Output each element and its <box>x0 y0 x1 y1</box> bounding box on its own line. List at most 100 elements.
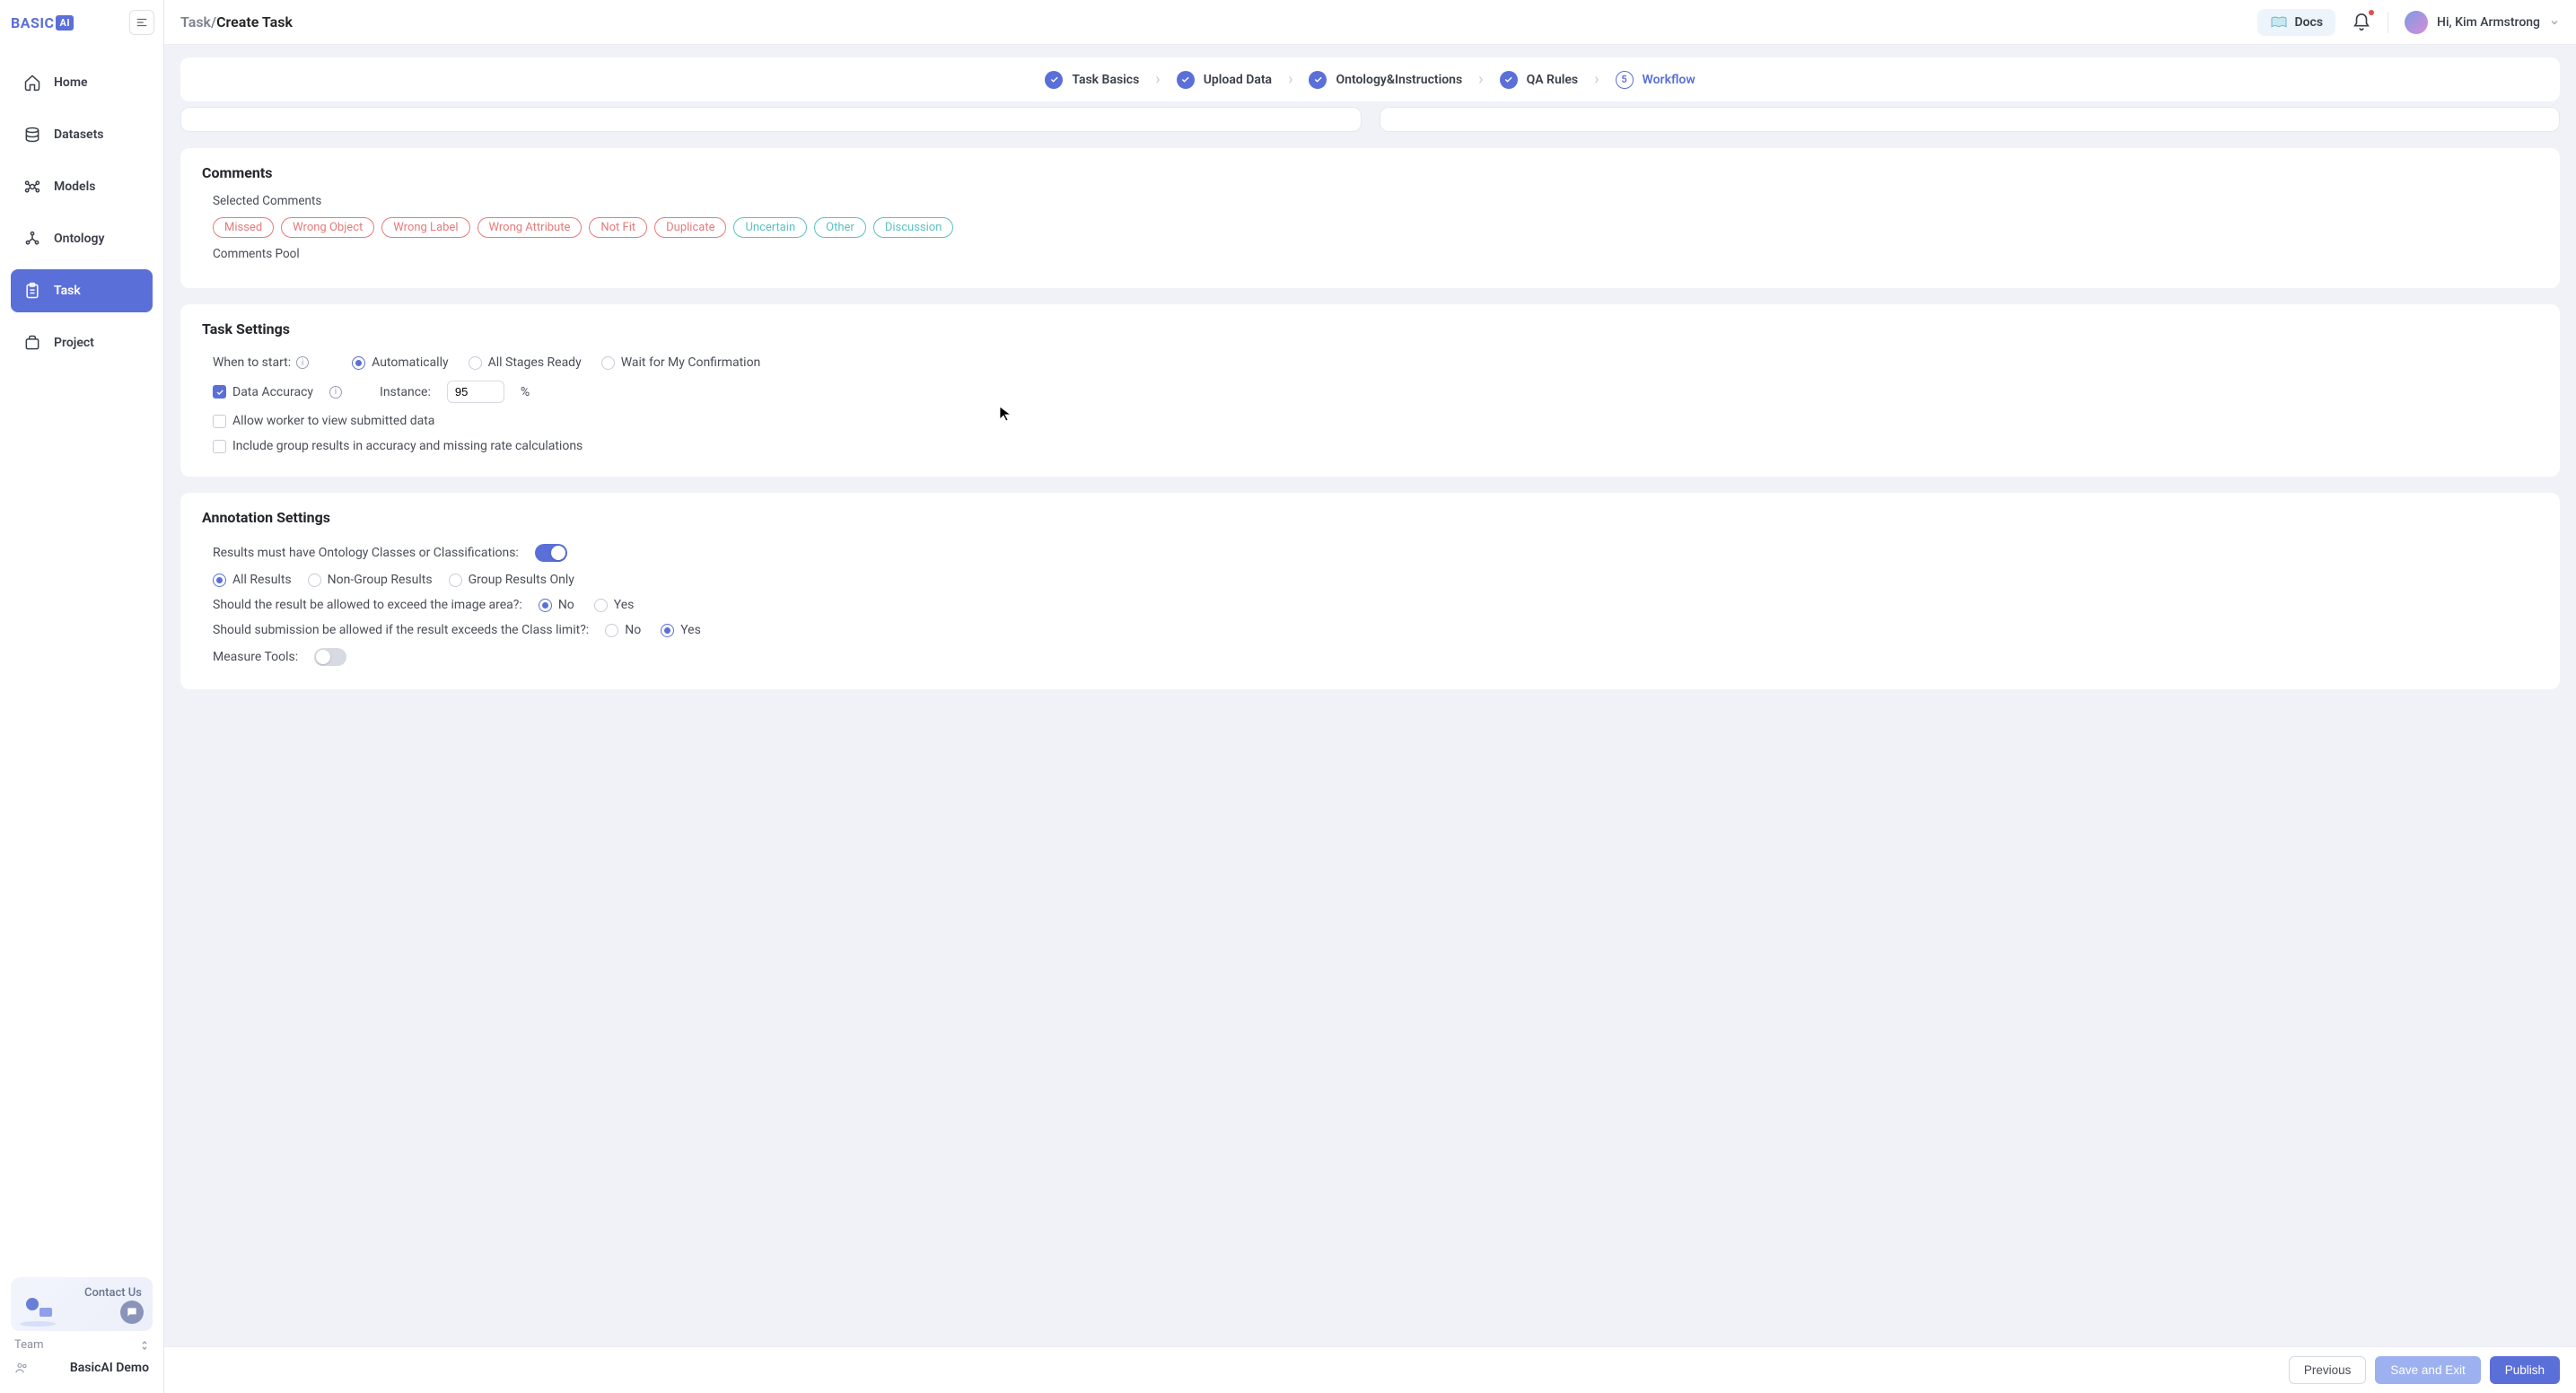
when-to-start-option-automatically[interactable]: Automatically <box>352 355 448 370</box>
breadcrumb-parent[interactable]: Task <box>180 13 211 31</box>
menu-icon <box>136 16 148 29</box>
radio-label: No <box>625 623 641 637</box>
top-card-row <box>180 107 2560 132</box>
radio-dot <box>213 574 226 587</box>
include-group-checkbox[interactable]: Include group results in accuracy and mi… <box>213 439 583 453</box>
comment-tag-duplicate[interactable]: Duplicate <box>654 217 726 238</box>
radio-dot <box>661 624 674 637</box>
measure-tools-toggle[interactable] <box>314 648 346 666</box>
content-scroll[interactable]: Comments Selected Comments MissedWrong O… <box>164 101 2576 1393</box>
radio-dot <box>594 599 608 612</box>
selected-comments-label: Selected Comments <box>213 194 2538 208</box>
exceed-area-option-yes[interactable]: Yes <box>594 598 635 612</box>
step-workflow[interactable]: 5Workflow <box>1599 71 1712 89</box>
radio-label: All Stages Ready <box>488 355 582 370</box>
scope-option-all-results[interactable]: All Results <box>213 573 292 587</box>
sidebar-item-task[interactable]: Task <box>11 269 153 312</box>
card-stub-right <box>1380 107 2561 132</box>
comment-tag-uncertain[interactable]: Uncertain <box>733 217 807 238</box>
comment-tag-other[interactable]: Other <box>814 217 866 238</box>
previous-button[interactable]: Previous <box>2289 1356 2367 1384</box>
breadcrumb: Task/Create Task <box>180 13 293 31</box>
footer-bar: Previous Save and Exit Publish <box>164 1346 2576 1393</box>
sidebar-collapse-button[interactable] <box>129 10 154 35</box>
exceed-area-option-no[interactable]: No <box>539 598 574 612</box>
contact-us-card[interactable]: Contact Us <box>11 1277 153 1331</box>
measure-tools-label: Measure Tools: <box>213 650 298 664</box>
radio-label: Group Results Only <box>469 573 574 587</box>
sidebar-nav: Home Datasets Models Ontology Task Project <box>0 45 163 1266</box>
comment-tag-wrong-attribute[interactable]: Wrong Attribute <box>478 217 583 238</box>
exceed-class-label: Should submission be allowed if the resu… <box>213 623 589 637</box>
team-label: Team <box>14 1338 44 1352</box>
sidebar-item-label: Task <box>54 284 81 298</box>
data-accuracy-checkbox[interactable]: Data Accuracy <box>213 385 313 399</box>
step-upload-data[interactable]: Upload Data <box>1161 71 1288 89</box>
radio-dot <box>449 574 462 587</box>
team-switcher[interactable]: Team <box>11 1331 153 1355</box>
radio-label: All Results <box>232 573 292 587</box>
radio-label: Automatically <box>372 355 448 370</box>
brand-name: BASIC <box>11 14 54 31</box>
step-badge <box>1045 71 1063 89</box>
brand-badge: AI <box>56 15 74 31</box>
step-label: Workflow <box>1643 73 1695 87</box>
radio-dot <box>308 574 321 587</box>
sidebar-footer: Contact Us Team BasicAI Demo <box>0 1266 163 1393</box>
results-require-toggle[interactable] <box>535 544 567 562</box>
comment-tag-not-fit[interactable]: Not Fit <box>589 217 647 238</box>
sidebar-item-models[interactable]: Models <box>11 165 153 208</box>
when-to-start-option-all-stages-ready[interactable]: All Stages Ready <box>469 355 582 370</box>
radio-dot <box>352 356 365 370</box>
sidebar-item-project[interactable]: Project <box>11 321 153 364</box>
contact-us-label: Contact Us <box>84 1286 142 1300</box>
sidebar-item-ontology[interactable]: Ontology <box>11 217 153 260</box>
comment-tag-wrong-label[interactable]: Wrong Label <box>381 217 469 238</box>
annotation-settings-panel: Annotation Settings Results must have On… <box>180 493 2560 689</box>
step-label: Task Basics <box>1072 73 1139 87</box>
exceed-area-label: Should the result be allowed to exceed t… <box>213 598 522 612</box>
chevron-down-icon <box>2549 17 2560 28</box>
breadcrumb-current: Create Task <box>216 13 293 31</box>
comment-tag-missed[interactable]: Missed <box>213 217 274 238</box>
step-task-basics[interactable]: Task Basics <box>1029 71 1155 89</box>
info-icon[interactable]: i <box>329 386 342 399</box>
docs-button[interactable]: Docs <box>2257 9 2336 36</box>
sidebar-item-home[interactable]: Home <box>11 61 153 104</box>
sidebar-item-datasets[interactable]: Datasets <box>11 113 153 156</box>
when-to-start-label: When to start: i <box>213 355 309 370</box>
sidebar-item-label: Datasets <box>54 127 104 142</box>
sidebar-header: BASIC AI <box>0 0 163 45</box>
step-badge <box>1500 71 1518 89</box>
sidebar-item-label: Project <box>54 336 94 350</box>
radio-label: Yes <box>680 623 701 637</box>
comment-tag-wrong-object[interactable]: Wrong Object <box>281 217 374 238</box>
comment-tags: Missed Wrong Object Wrong Label Wrong Attri… <box>213 217 2538 238</box>
project-icon <box>23 334 41 352</box>
scope-option-group-results-only[interactable]: Group Results Only <box>449 573 574 587</box>
team-current[interactable]: BasicAI Demo <box>11 1355 153 1382</box>
card-stub-left <box>180 107 1362 132</box>
exceed-class-option-no[interactable]: No <box>605 623 641 637</box>
user-menu[interactable]: Hi, Kim Armstrong <box>2405 11 2560 34</box>
user-greeting: Hi, Kim Armstrong <box>2437 15 2540 30</box>
exceed-class-option-yes[interactable]: Yes <box>661 623 701 637</box>
step-ontology-instructions[interactable]: Ontology&Instructions <box>1292 71 1478 89</box>
scope-option-non-group-results[interactable]: Non-Group Results <box>308 573 433 587</box>
step-qa-rules[interactable]: QA Rules <box>1484 71 1595 89</box>
notifications-button[interactable] <box>2352 13 2371 32</box>
when-to-start-option-wait-for-my-confirmation[interactable]: Wait for My Confirmation <box>601 355 761 370</box>
allow-worker-checkbox[interactable]: Allow worker to view submitted data <box>213 414 434 428</box>
publish-button[interactable]: Publish <box>2490 1356 2560 1384</box>
notification-dot <box>2369 10 2374 15</box>
comment-tag-discussion[interactable]: Discussion <box>873 217 954 238</box>
info-icon[interactable]: i <box>296 356 309 369</box>
chat-bubble-icon[interactable] <box>120 1301 144 1324</box>
instance-input[interactable] <box>447 381 504 403</box>
avatar <box>2405 11 2428 34</box>
home-icon <box>23 74 41 92</box>
brand-logo[interactable]: BASIC AI <box>11 14 74 31</box>
instance-unit: % <box>521 385 530 399</box>
save-and-exit-button[interactable]: Save and Exit <box>2375 1356 2480 1384</box>
sidebar-item-label: Models <box>54 180 95 194</box>
